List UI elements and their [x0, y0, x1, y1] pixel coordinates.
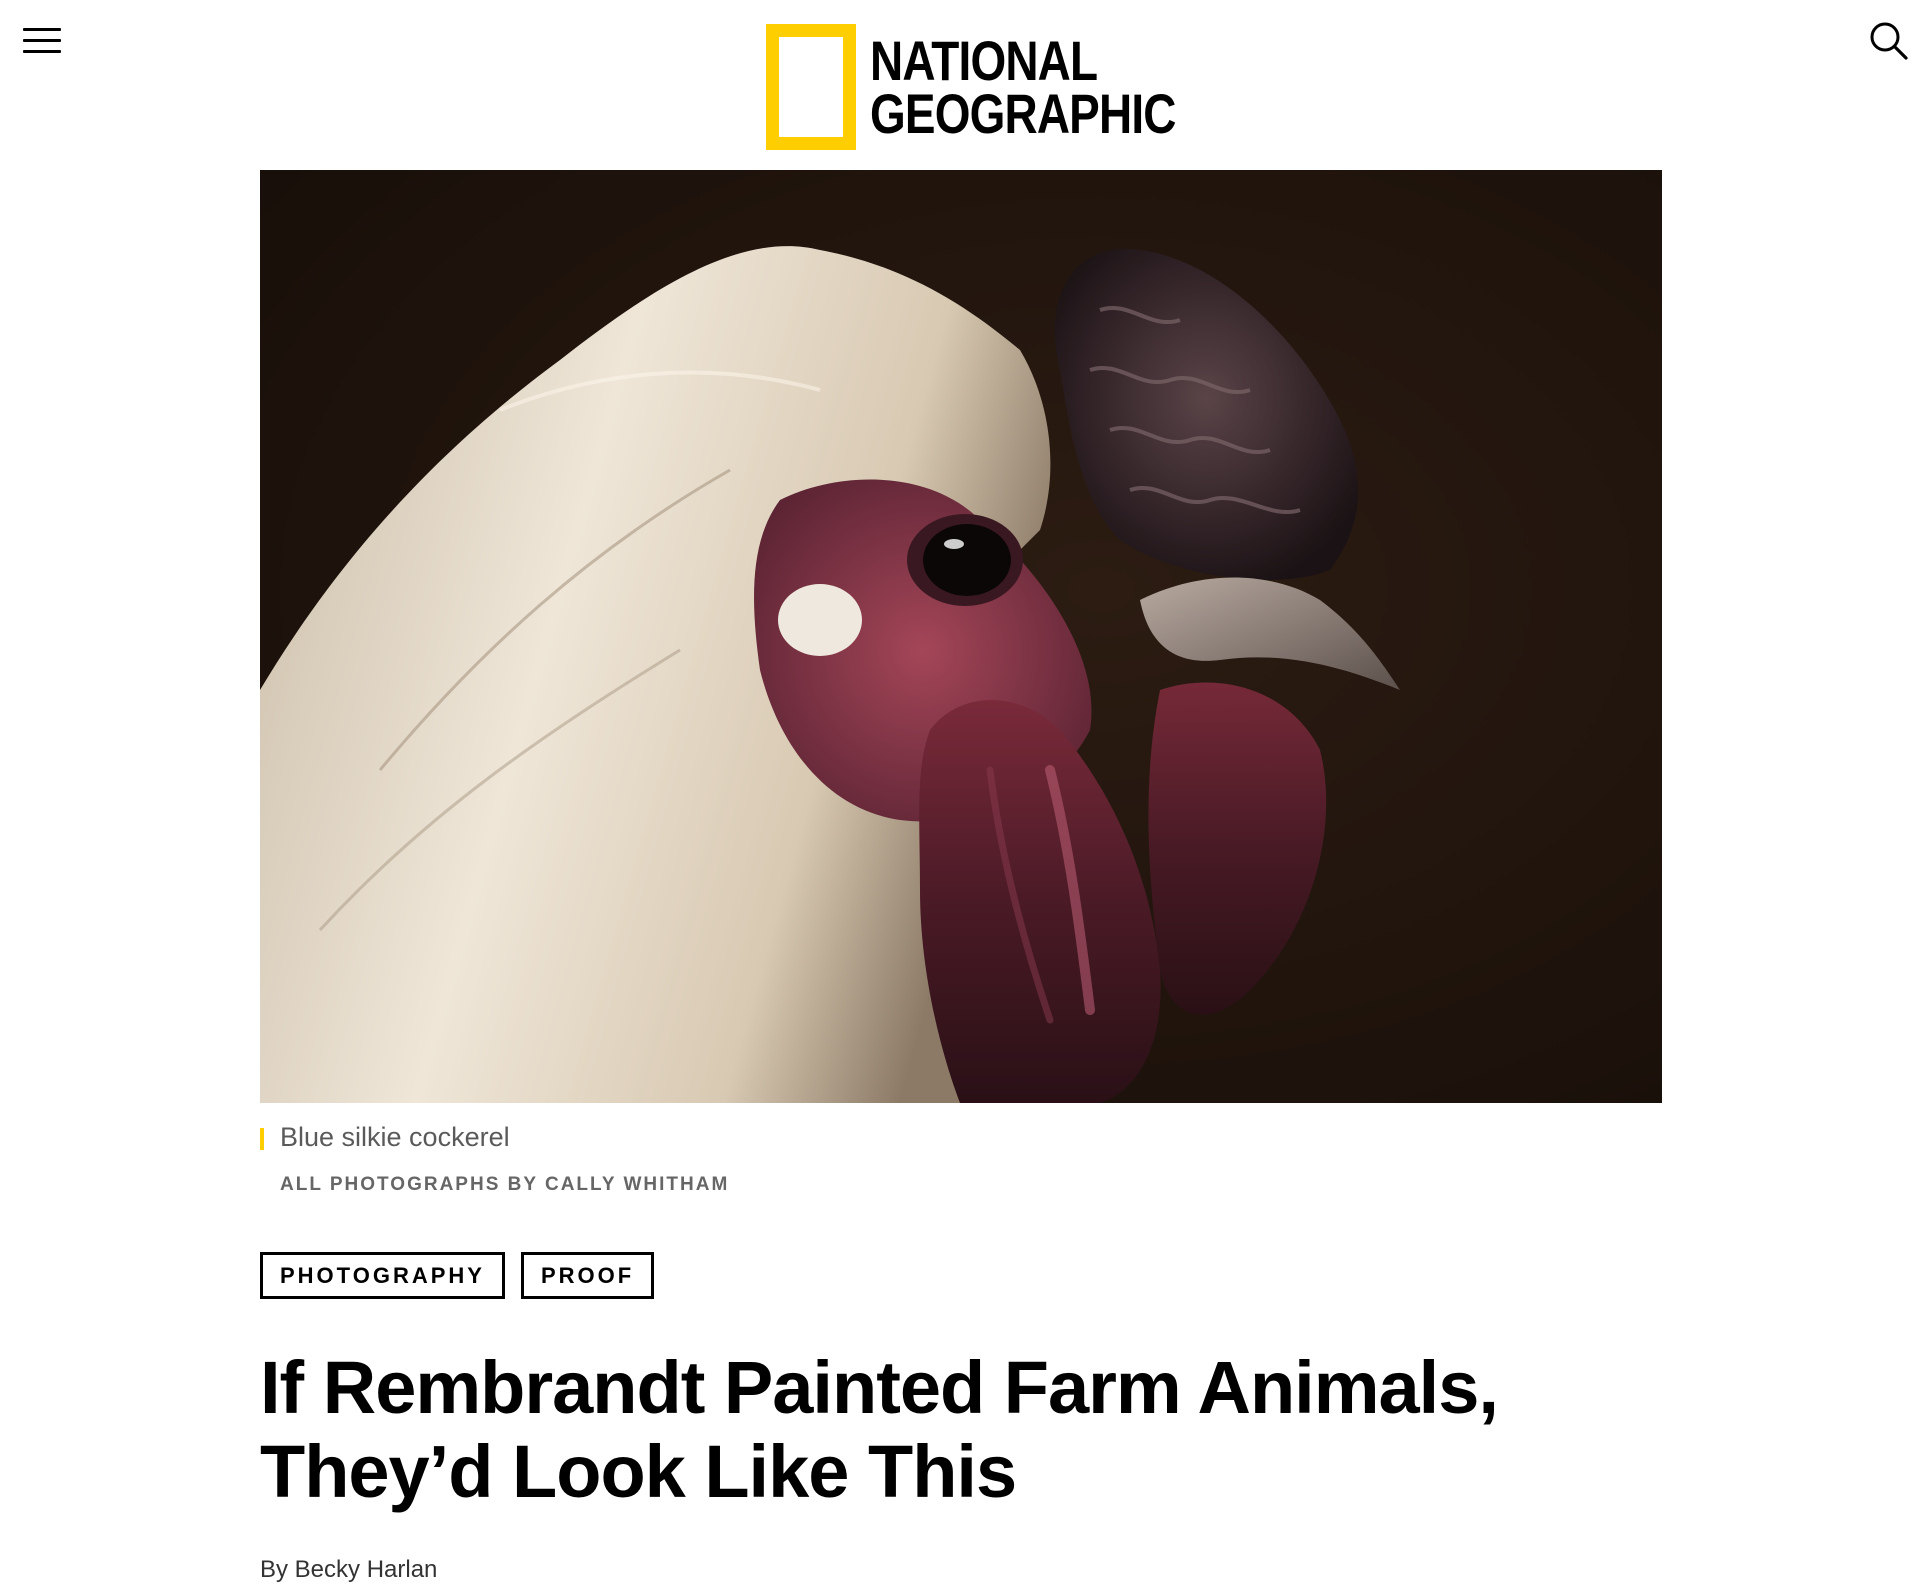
photo-credit: ALL PHOTOGRAPHS BY CALLY WHITHAM	[280, 1174, 730, 1195]
caption-text: Blue silkie cockerel	[280, 1122, 510, 1152]
yellow-border-icon	[766, 24, 856, 150]
brand-line-2: GEOGRAPHIC	[870, 82, 1176, 145]
brand-line-1: NATIONAL	[870, 28, 1098, 92]
caption-accent-bar	[260, 1128, 264, 1150]
tag-proof[interactable]: PROOF	[520, 1252, 655, 1299]
article-byline: By Becky Harlan	[260, 1556, 438, 1583]
topic-tags: PHOTOGRAPHY PROOF	[260, 1252, 655, 1299]
brand-wordmark: NATIONAL GEOGRAPHIC	[870, 28, 1243, 145]
site-header: NATIONAL GEOGRAPHIC	[0, 0, 1920, 160]
search-icon[interactable]	[1864, 16, 1912, 64]
article-headline: If Rembrandt Painted Farm Animals, They’…	[260, 1346, 1499, 1513]
brand-logo[interactable]: NATIONAL GEOGRAPHIC	[766, 24, 1243, 150]
tag-photography[interactable]: PHOTOGRAPHY	[260, 1252, 505, 1299]
hamburger-menu-icon[interactable]	[18, 20, 66, 60]
hero-image	[260, 170, 1662, 1103]
